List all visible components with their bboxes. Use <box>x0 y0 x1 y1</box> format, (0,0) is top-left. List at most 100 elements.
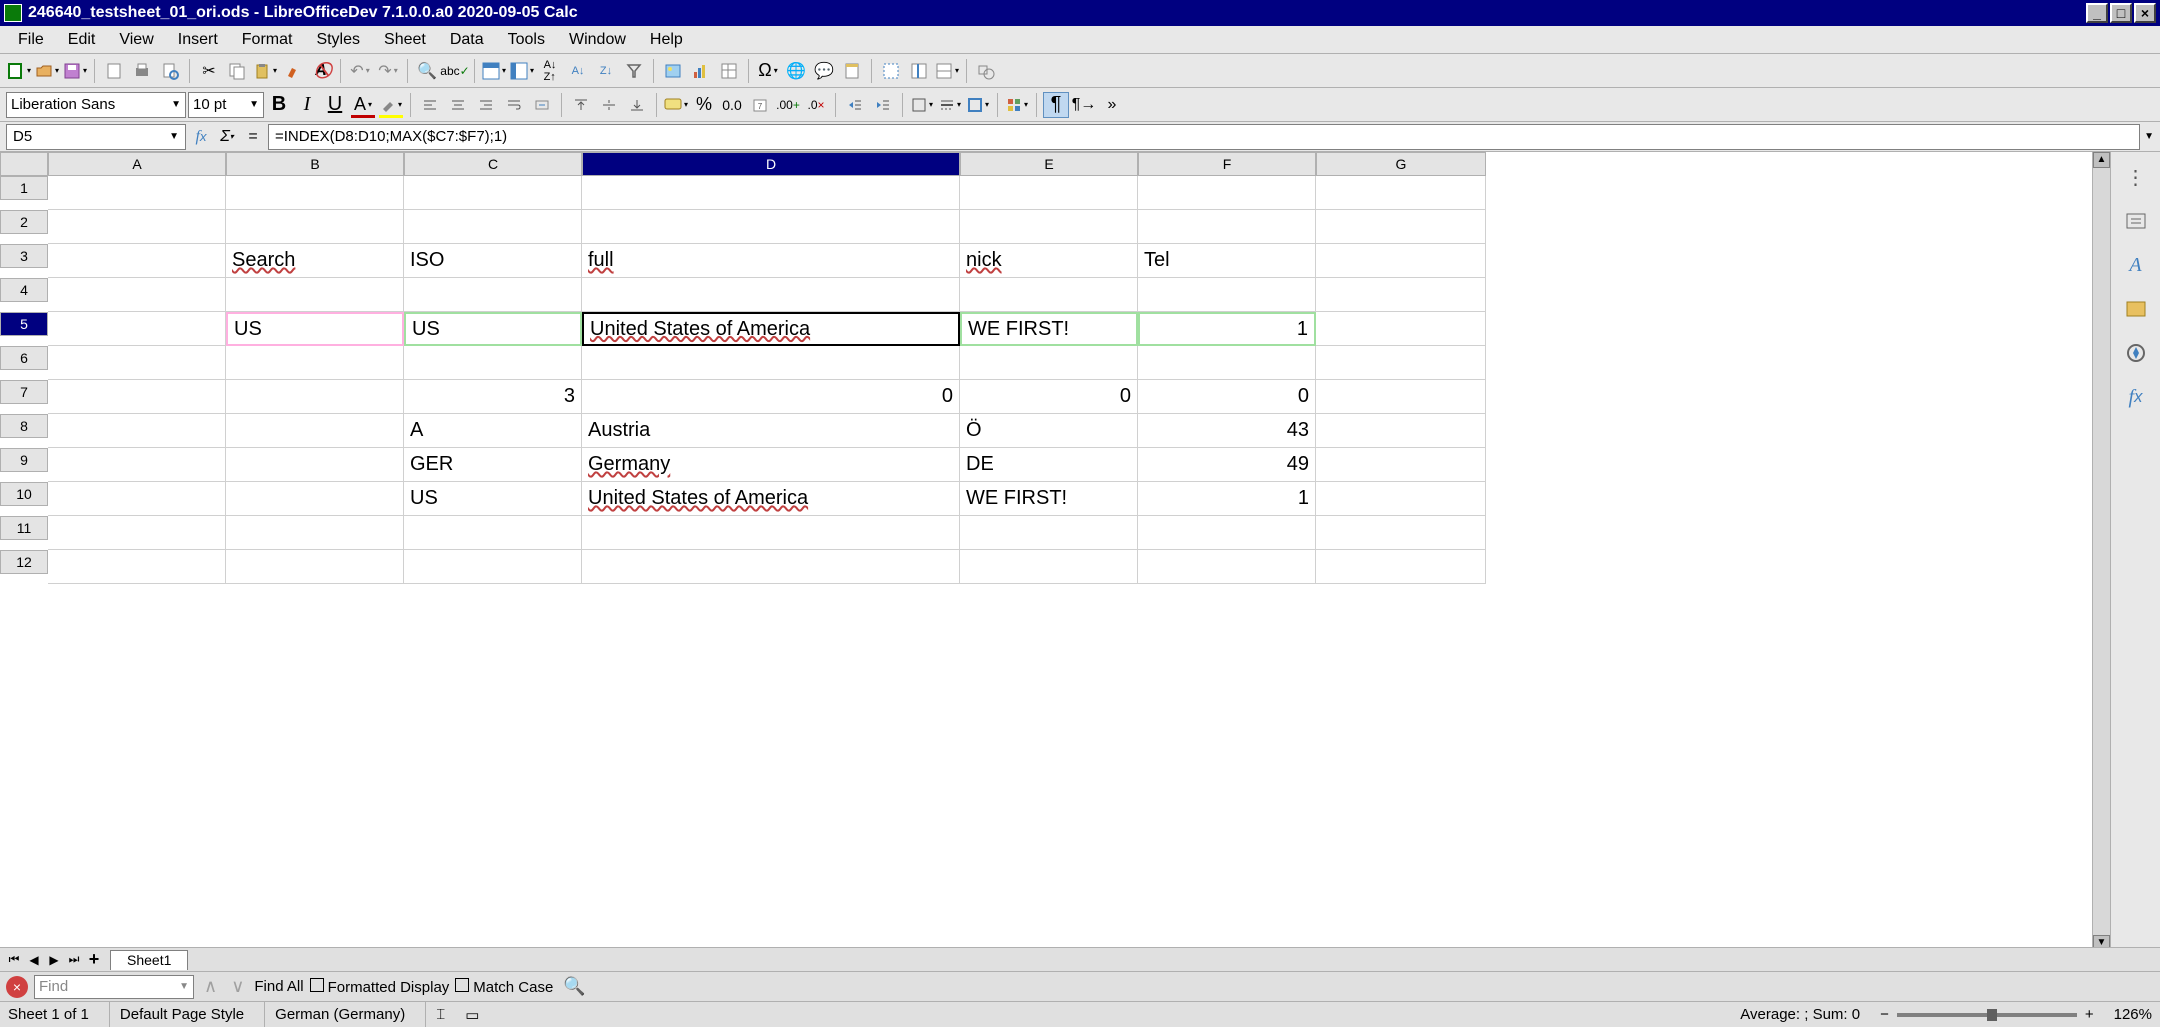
align-center-button[interactable] <box>445 92 471 118</box>
cell-B5[interactable]: US <box>226 312 404 346</box>
row-header-11[interactable]: 11 <box>0 516 48 540</box>
col-header-B[interactable]: B <box>226 152 404 176</box>
cell-D6[interactable] <box>582 346 960 380</box>
menu-insert[interactable]: Insert <box>166 29 230 51</box>
tab-last-button[interactable]: ⏭ <box>64 951 84 969</box>
highlight-color-button[interactable] <box>378 92 404 118</box>
cell-E12[interactable] <box>960 550 1138 584</box>
cell-A7[interactable] <box>48 380 226 414</box>
col-header-C[interactable]: C <box>404 152 582 176</box>
align-bottom-button[interactable] <box>624 92 650 118</box>
scroll-up-button[interactable]: ▲ <box>2093 152 2110 168</box>
menu-format[interactable]: Format <box>230 29 305 51</box>
date-format-button[interactable]: 7 <box>747 92 773 118</box>
increase-indent-button[interactable] <box>842 92 868 118</box>
cell-B10[interactable] <box>226 482 404 516</box>
cell-B7[interactable] <box>226 380 404 414</box>
gallery-pane-icon[interactable] <box>2121 294 2151 324</box>
new-button[interactable] <box>6 58 32 84</box>
ltr-button[interactable]: ¶→ <box>1071 92 1097 118</box>
autofilter-button[interactable] <box>621 58 647 84</box>
cell-C1[interactable] <box>404 176 582 210</box>
border-color-button[interactable] <box>965 92 991 118</box>
cell-F7[interactable]: 0 <box>1138 380 1316 414</box>
cell-C8[interactable]: A <box>404 414 582 448</box>
zoom-out-button[interactable]: − <box>1880 1006 1889 1023</box>
calc-status[interactable]: Average: ; Sum: 0 <box>1740 1006 1860 1023</box>
cell-C3[interactable]: ISO <box>404 244 582 278</box>
name-box[interactable]: D5 ▼ <box>6 124 186 150</box>
print-preview-button[interactable] <box>157 58 183 84</box>
currency-button[interactable] <box>663 92 689 118</box>
more-button[interactable]: » <box>1099 92 1125 118</box>
cell-E10[interactable]: WE FIRST! <box>960 482 1138 516</box>
cell-C2[interactable] <box>404 210 582 244</box>
vertical-scrollbar[interactable]: ▲ ▼ <box>2092 152 2110 951</box>
maximize-button[interactable]: □ <box>2110 3 2132 23</box>
percent-button[interactable]: % <box>691 92 717 118</box>
cell-F6[interactable] <box>1138 346 1316 380</box>
sort-desc-button[interactable]: Z↓ <box>593 58 619 84</box>
row-header-1[interactable]: 1 <box>0 176 48 200</box>
cell-E5[interactable]: WE FIRST! <box>960 312 1138 346</box>
spellcheck-button[interactable]: abc✓ <box>442 58 468 84</box>
cell-F2[interactable] <box>1138 210 1316 244</box>
cell-A4[interactable] <box>48 278 226 312</box>
find-prev-button[interactable]: ∧ <box>200 976 221 997</box>
export-pdf-button[interactable] <box>101 58 127 84</box>
split-window-button[interactable] <box>934 58 960 84</box>
cell-C11[interactable] <box>404 516 582 550</box>
cell-G9[interactable] <box>1316 448 1486 482</box>
cell-E11[interactable] <box>960 516 1138 550</box>
cell-G1[interactable] <box>1316 176 1486 210</box>
cell-C9[interactable]: GER <box>404 448 582 482</box>
number-format-button[interactable]: 0.0 <box>719 92 745 118</box>
cell-G12[interactable] <box>1316 550 1486 584</box>
cell-A8[interactable] <box>48 414 226 448</box>
cell-B11[interactable] <box>226 516 404 550</box>
menu-tools[interactable]: Tools <box>496 29 557 51</box>
freeze-button[interactable] <box>906 58 932 84</box>
zoom-level[interactable]: 126% <box>2114 1006 2152 1023</box>
cell-B1[interactable] <box>226 176 404 210</box>
col-header-A[interactable]: A <box>48 152 226 176</box>
insert-mode-icon[interactable]: ⌶ <box>425 1002 445 1027</box>
cell-D4[interactable] <box>582 278 960 312</box>
cell-G11[interactable] <box>1316 516 1486 550</box>
page-style-status[interactable]: Default Page Style <box>109 1002 244 1027</box>
cell-D9[interactable]: Germany <box>582 448 960 482</box>
menu-help[interactable]: Help <box>638 29 695 51</box>
cell-A12[interactable] <box>48 550 226 584</box>
match-case-checkbox[interactable]: Match Case <box>455 978 553 996</box>
decrease-indent-button[interactable] <box>870 92 896 118</box>
properties-pane-icon[interactable] <box>2121 206 2151 236</box>
cell-F1[interactable] <box>1138 176 1316 210</box>
insert-image-button[interactable] <box>660 58 686 84</box>
cell-E7[interactable]: 0 <box>960 380 1138 414</box>
col-header-G[interactable]: G <box>1316 152 1486 176</box>
cell-D8[interactable]: Austria <box>582 414 960 448</box>
cell-A10[interactable] <box>48 482 226 516</box>
cell-G6[interactable] <box>1316 346 1486 380</box>
zoom-in-button[interactable]: + <box>2085 1006 2094 1023</box>
tab-prev-button[interactable]: ◀ <box>24 951 44 969</box>
cell-A2[interactable] <box>48 210 226 244</box>
cell-D2[interactable] <box>582 210 960 244</box>
font-size-combo[interactable]: 10 pt ▼ <box>188 92 264 118</box>
special-char-button[interactable]: Ω <box>755 58 781 84</box>
comment-button[interactable]: 💬 <box>811 58 837 84</box>
tab-first-button[interactable]: ⏮ <box>4 951 24 969</box>
row-header-3[interactable]: 3 <box>0 244 48 268</box>
sidebar-settings-icon[interactable]: ⋮ <box>2121 162 2151 192</box>
cell-A6[interactable] <box>48 346 226 380</box>
formula-input[interactable] <box>268 124 2140 150</box>
cell-F9[interactable]: 49 <box>1138 448 1316 482</box>
sort-button[interactable]: A↓Z↑ <box>537 58 563 84</box>
cell-C5[interactable]: US <box>404 312 582 346</box>
cell-E6[interactable] <box>960 346 1138 380</box>
col-header-E[interactable]: E <box>960 152 1138 176</box>
formatted-display-checkbox[interactable]: Formatted Display <box>310 978 450 996</box>
selection-mode-icon[interactable]: ▭ <box>465 1006 479 1024</box>
close-findbar-button[interactable]: × <box>6 976 28 998</box>
cell-D11[interactable] <box>582 516 960 550</box>
